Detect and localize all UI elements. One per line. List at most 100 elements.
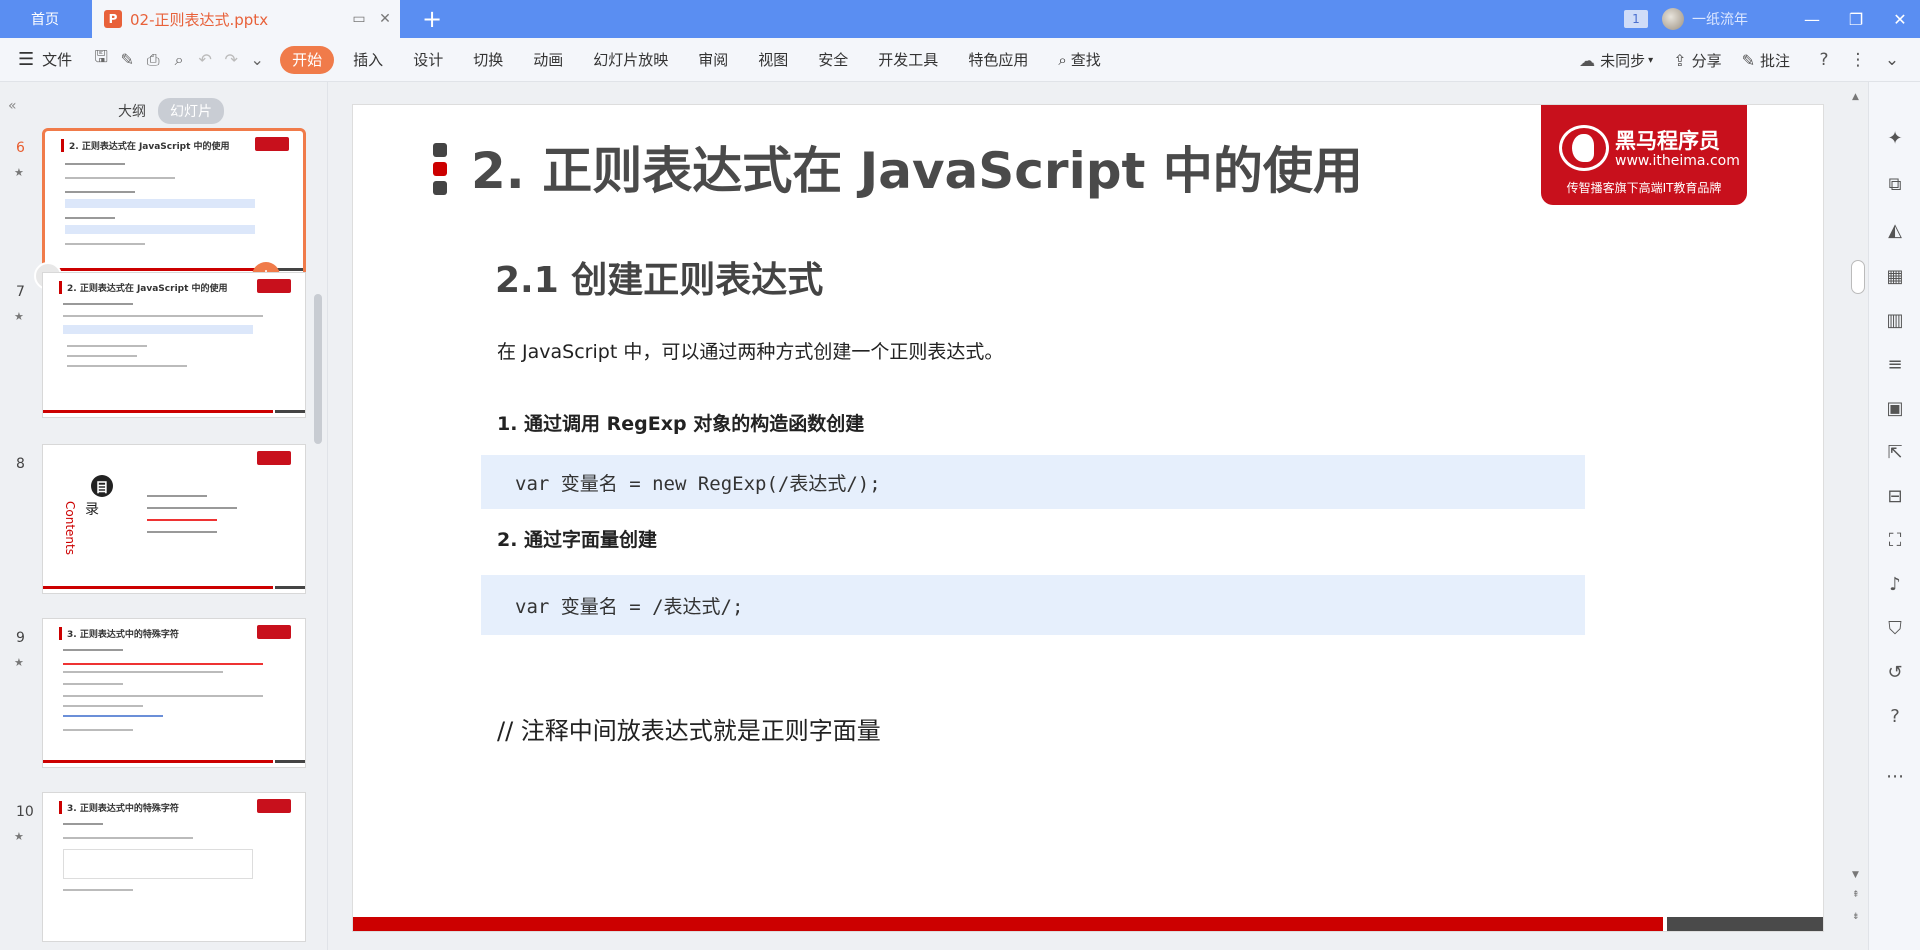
close-tab-icon[interactable]: ✕ <box>374 8 396 30</box>
intro-text[interactable]: 在 JavaScript 中，可以通过两种方式创建一个正则表达式。 <box>497 337 1003 364</box>
slide-number: 6 <box>16 140 25 156</box>
print-preview-icon[interactable]: ⌕ <box>166 47 192 73</box>
cloud-icon: ☁ <box>1579 50 1596 70</box>
home-tab[interactable]: 首页 <box>0 0 90 38</box>
tab-design[interactable]: 设计 <box>398 46 458 74</box>
scrollbar-thumb[interactable] <box>1851 260 1865 294</box>
shield-icon[interactable]: ⛉ <box>1879 612 1911 644</box>
redo-icon[interactable]: ↷ <box>218 47 244 73</box>
panel-scrollbar[interactable] <box>314 294 322 444</box>
animation-star-icon: ★ <box>14 310 24 323</box>
collapse-panel-icon[interactable]: « <box>8 98 17 114</box>
share-icon: ⇪ <box>1673 50 1687 70</box>
slides-view-tab[interactable]: 幻灯片 <box>158 98 224 124</box>
outline-view-tab[interactable]: 大纲 <box>106 98 158 124</box>
image-icon[interactable]: ⛶ <box>1879 524 1911 556</box>
slide-number: 8 <box>16 456 25 472</box>
code-block-2[interactable]: var 变量名 = /表达式/; <box>481 575 1585 635</box>
menu-tabs: 开始 插入 设计 切换 动画 幻灯片放映 审阅 视图 安全 开发工具 特色应用 … <box>280 45 1116 74</box>
scroll-down-icon[interactable]: ▼ <box>1852 870 1859 880</box>
brand-logo: 黑马程序员 www.itheima.com 传智播客旗下高端IT教育品牌 <box>1541 105 1747 205</box>
chevron-down-icon: ▾ <box>1648 54 1654 66</box>
code-block-1[interactable]: var 变量名 = new RegExp(/表达式/); <box>481 455 1585 509</box>
comment-text[interactable]: // 注释中间放表达式就是正则字面量 <box>497 711 881 746</box>
tab-review[interactable]: 审阅 <box>683 46 743 74</box>
slide-thumbnail[interactable]: 3. 正则表达式中的特殊字符 <box>42 618 306 768</box>
thumbnail-row: 9 ★ 3. 正则表达式中的特殊字符 <box>8 618 314 776</box>
comment-icon: ✎ <box>1741 50 1755 70</box>
save-icon[interactable]: 🖫 <box>88 47 114 73</box>
window-count-badge[interactable]: 1 <box>1624 10 1648 28</box>
tab-home[interactable]: 开始 <box>280 45 335 74</box>
more-horizontal-icon[interactable]: ⋯ <box>1879 760 1911 792</box>
slide-thumbnail[interactable]: 3. 正则表达式中的特殊字符 <box>42 792 306 942</box>
slide-thumbnail[interactable]: 2. 正则表达式在 JavaScript 中的使用 <box>42 272 306 418</box>
replace-slide-icon[interactable]: ⧉ <box>1879 168 1911 200</box>
right-sidebar-toolbar: ✦ ⧉ ◭ ▦ ▥ ≡ ▣ ⇱ ⊟ ⛶ ♪ ⛉ ↺ ? ⋯ <box>1868 82 1920 950</box>
thumbnail-title: 3. 正则表达式中的特殊字符 <box>59 801 179 814</box>
section-heading-2[interactable]: 2. 通过字面量创建 <box>497 525 657 552</box>
format-painter-icon[interactable]: ✎ <box>114 47 140 73</box>
slide-number: 9 <box>16 630 25 646</box>
thumbnail-row: 8 目 录 Contents <box>8 444 314 602</box>
close-window-icon[interactable]: ✕ <box>1880 0 1920 38</box>
new-tab-button[interactable]: + <box>412 4 452 34</box>
magic-wand-icon[interactable]: ✦ <box>1879 122 1911 154</box>
audio-icon[interactable]: ♪ <box>1879 568 1911 600</box>
archive-icon[interactable]: ⊟ <box>1879 480 1911 512</box>
file-menu-button[interactable]: ☰ 文件 <box>18 49 72 70</box>
collapse-ribbon-icon[interactable]: ⌄ <box>1878 46 1906 74</box>
previous-slide-icon[interactable]: ⇞ <box>1852 890 1860 900</box>
layout-grid-icon[interactable]: ▦ <box>1879 260 1911 292</box>
footer-red-bar <box>353 917 1663 931</box>
customize-chevron-icon[interactable]: ⌄ <box>244 47 270 73</box>
share-label: 分享 <box>1691 51 1722 70</box>
tab-security[interactable]: 安全 <box>803 46 863 74</box>
undo-icon[interactable]: ↶ <box>192 47 218 73</box>
print-icon[interactable]: ⎙ <box>140 47 166 73</box>
tab-transitions[interactable]: 切换 <box>458 46 518 74</box>
thumbnail-table <box>63 849 253 879</box>
help-circle-icon[interactable]: ? <box>1879 700 1911 732</box>
minimize-icon[interactable]: — <box>1792 0 1832 38</box>
current-slide[interactable]: 2. 正则表达式在 JavaScript 中的使用 黑马程序员 www.ithe… <box>352 104 1824 932</box>
slide-subtitle[interactable]: 2.1 创建正则表达式 <box>495 251 823 303</box>
chart-icon[interactable]: ▥ <box>1879 304 1911 336</box>
thumbnail-title: 2. 正则表达式在 JavaScript 中的使用 <box>61 139 230 152</box>
slide-thumbnail[interactable]: 2. 正则表达式在 JavaScript 中的使用 <box>42 128 306 278</box>
image-gallery-icon[interactable]: ▣ <box>1879 392 1911 424</box>
sync-status-button[interactable]: ☁ 未同步 ▾ <box>1579 50 1653 71</box>
thumbnail-title: 2. 正则表达式在 JavaScript 中的使用 <box>59 281 228 294</box>
scroll-up-icon[interactable]: ▲ <box>1852 92 1859 102</box>
comment-button[interactable]: ✎ 批注 <box>1742 50 1790 71</box>
document-tab-label: 02-正则表达式.pptx <box>130 10 269 29</box>
more-vertical-icon[interactable]: ⋮ <box>1844 46 1872 74</box>
tab-animations[interactable]: 动画 <box>518 46 578 74</box>
thumbnail-logo <box>257 279 291 293</box>
next-slide-icon[interactable]: ⇟ <box>1852 912 1860 922</box>
share-button[interactable]: ⇪ 分享 <box>1673 50 1721 71</box>
adjust-sliders-icon[interactable]: ≡ <box>1879 348 1911 380</box>
fill-style-icon[interactable]: ◭ <box>1879 214 1911 246</box>
restore-icon[interactable]: ❐ <box>1836 0 1876 38</box>
sync-label: 未同步 <box>1600 51 1646 70</box>
find-button[interactable]: ⌕ 查找 <box>1043 46 1115 74</box>
export-icon[interactable]: ⇱ <box>1879 436 1911 468</box>
tab-special-apps[interactable]: 特色应用 <box>953 46 1043 74</box>
avatar[interactable] <box>1662 8 1684 30</box>
slide-thumbnail[interactable]: 目 录 Contents <box>42 444 306 594</box>
document-tab[interactable]: P 02-正则表达式.pptx ▭ ✕ <box>92 0 400 38</box>
thumbnail-logo <box>257 451 291 465</box>
tab-view[interactable]: 视图 <box>743 46 803 74</box>
tab-insert[interactable]: 插入 <box>338 46 398 74</box>
history-icon[interactable]: ↺ <box>1879 656 1911 688</box>
help-icon[interactable]: ? <box>1810 46 1838 74</box>
title-bar: 首页 P 02-正则表达式.pptx ▭ ✕ + 1 一纸流年 — ❐ ✕ <box>0 0 1920 38</box>
pin-window-icon[interactable]: ▭ <box>348 8 370 30</box>
editor-scrollbar[interactable]: ▲ ▼ ⇞ ⇟ <box>1848 82 1868 950</box>
tab-slideshow[interactable]: 幻灯片放映 <box>578 46 683 74</box>
slide-title[interactable]: 2. 正则表达式在 JavaScript 中的使用 <box>471 131 1363 203</box>
section-heading-1[interactable]: 1. 通过调用 RegExp 对象的构造函数创建 <box>497 409 864 436</box>
tab-developer[interactable]: 开发工具 <box>863 46 953 74</box>
user-name[interactable]: 一纸流年 <box>1692 9 1748 29</box>
